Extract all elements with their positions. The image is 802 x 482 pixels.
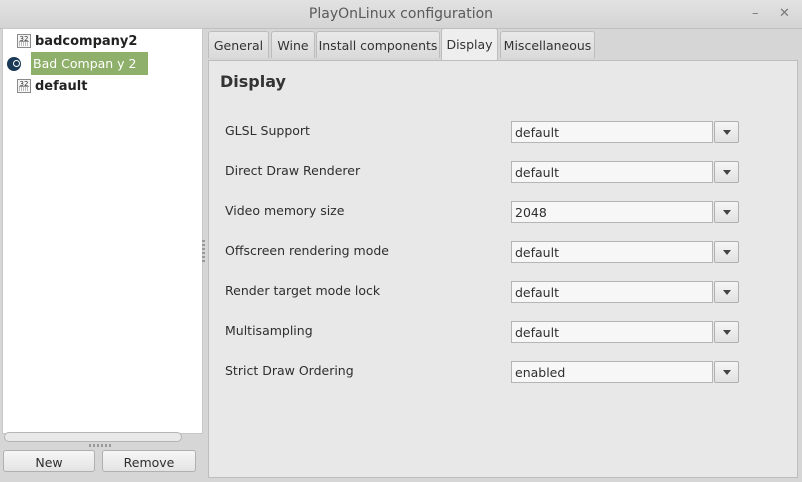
tree-item-label: default [35, 78, 88, 94]
tree-item-default[interactable]: 32 default [17, 76, 87, 96]
setting-label-strict-draw: Strict Draw Ordering [225, 363, 354, 378]
setting-label-direct-draw: Direct Draw Renderer [225, 163, 361, 178]
tab-general[interactable]: General [208, 31, 269, 58]
chevron-down-icon[interactable] [714, 161, 739, 183]
strict-draw-ordering-select[interactable]: enabled [511, 361, 713, 383]
render-target-mode-lock-select[interactable]: default [511, 281, 713, 303]
tab-install-components[interactable]: Install components [316, 31, 440, 58]
chevron-down-icon[interactable] [714, 281, 739, 303]
glsl-support-select[interactable]: default [511, 121, 713, 143]
tab-miscellaneous[interactable]: Miscellaneous [500, 31, 595, 58]
chevron-down-icon[interactable] [714, 241, 739, 263]
pane-resize-grip[interactable] [89, 444, 113, 447]
tree-item-label: Bad Compan y 2 [33, 56, 137, 71]
panel-heading: Display [220, 72, 286, 91]
setting-label-glsl: GLSL Support [225, 123, 310, 138]
tree-item-badcompany2[interactable]: 32 badcompany2 [17, 31, 137, 51]
multisampling-select[interactable]: default [511, 321, 713, 343]
remove-button[interactable]: Remove [102, 450, 196, 472]
direct-draw-renderer-select[interactable]: default [511, 161, 713, 183]
close-button[interactable]: ✕ [779, 6, 790, 21]
setting-label-multisampling: Multisampling [225, 323, 313, 338]
tree-horizontal-scrollbar[interactable] [4, 432, 182, 442]
tree-item-bad-company-2[interactable]: Bad Compan y 2 [7, 52, 148, 75]
setting-label-video-memory: Video memory size [225, 203, 345, 218]
tab-display[interactable]: Display [441, 28, 498, 60]
new-button[interactable]: New [3, 450, 95, 472]
wine-32bit-prefix-icon: 32 [17, 79, 31, 93]
setting-label-render-target: Render target mode lock [225, 283, 381, 298]
window-title: PlayOnLinux configuration [308, 6, 494, 22]
configuration-window: PlayOnLinux configuration – ✕ 32 badcomp… [0, 0, 802, 482]
chevron-down-icon[interactable] [714, 361, 739, 383]
minimize-button[interactable]: – [752, 6, 759, 21]
splitter-grip[interactable] [202, 240, 205, 264]
offscreen-rendering-mode-select[interactable]: default [511, 241, 713, 263]
tree-item-label: badcompany2 [35, 33, 138, 49]
chevron-down-icon[interactable] [714, 121, 739, 143]
setting-label-offscreen: Offscreen rendering mode [225, 243, 389, 258]
tab-wine[interactable]: Wine [271, 31, 315, 58]
chevron-down-icon[interactable] [714, 201, 739, 223]
video-memory-size-select[interactable]: 2048 [511, 201, 713, 223]
steam-icon [7, 56, 21, 71]
wine-32bit-prefix-icon: 32 [17, 34, 31, 48]
prefix-tree[interactable]: 32 badcompany2 Bad Compan y 2 32 default [2, 28, 203, 434]
chevron-down-icon[interactable] [714, 321, 739, 343]
title-bar[interactable]: PlayOnLinux configuration – ✕ [0, 0, 802, 29]
display-settings-panel: Display GLSL Support default Direct Draw… [208, 60, 798, 478]
